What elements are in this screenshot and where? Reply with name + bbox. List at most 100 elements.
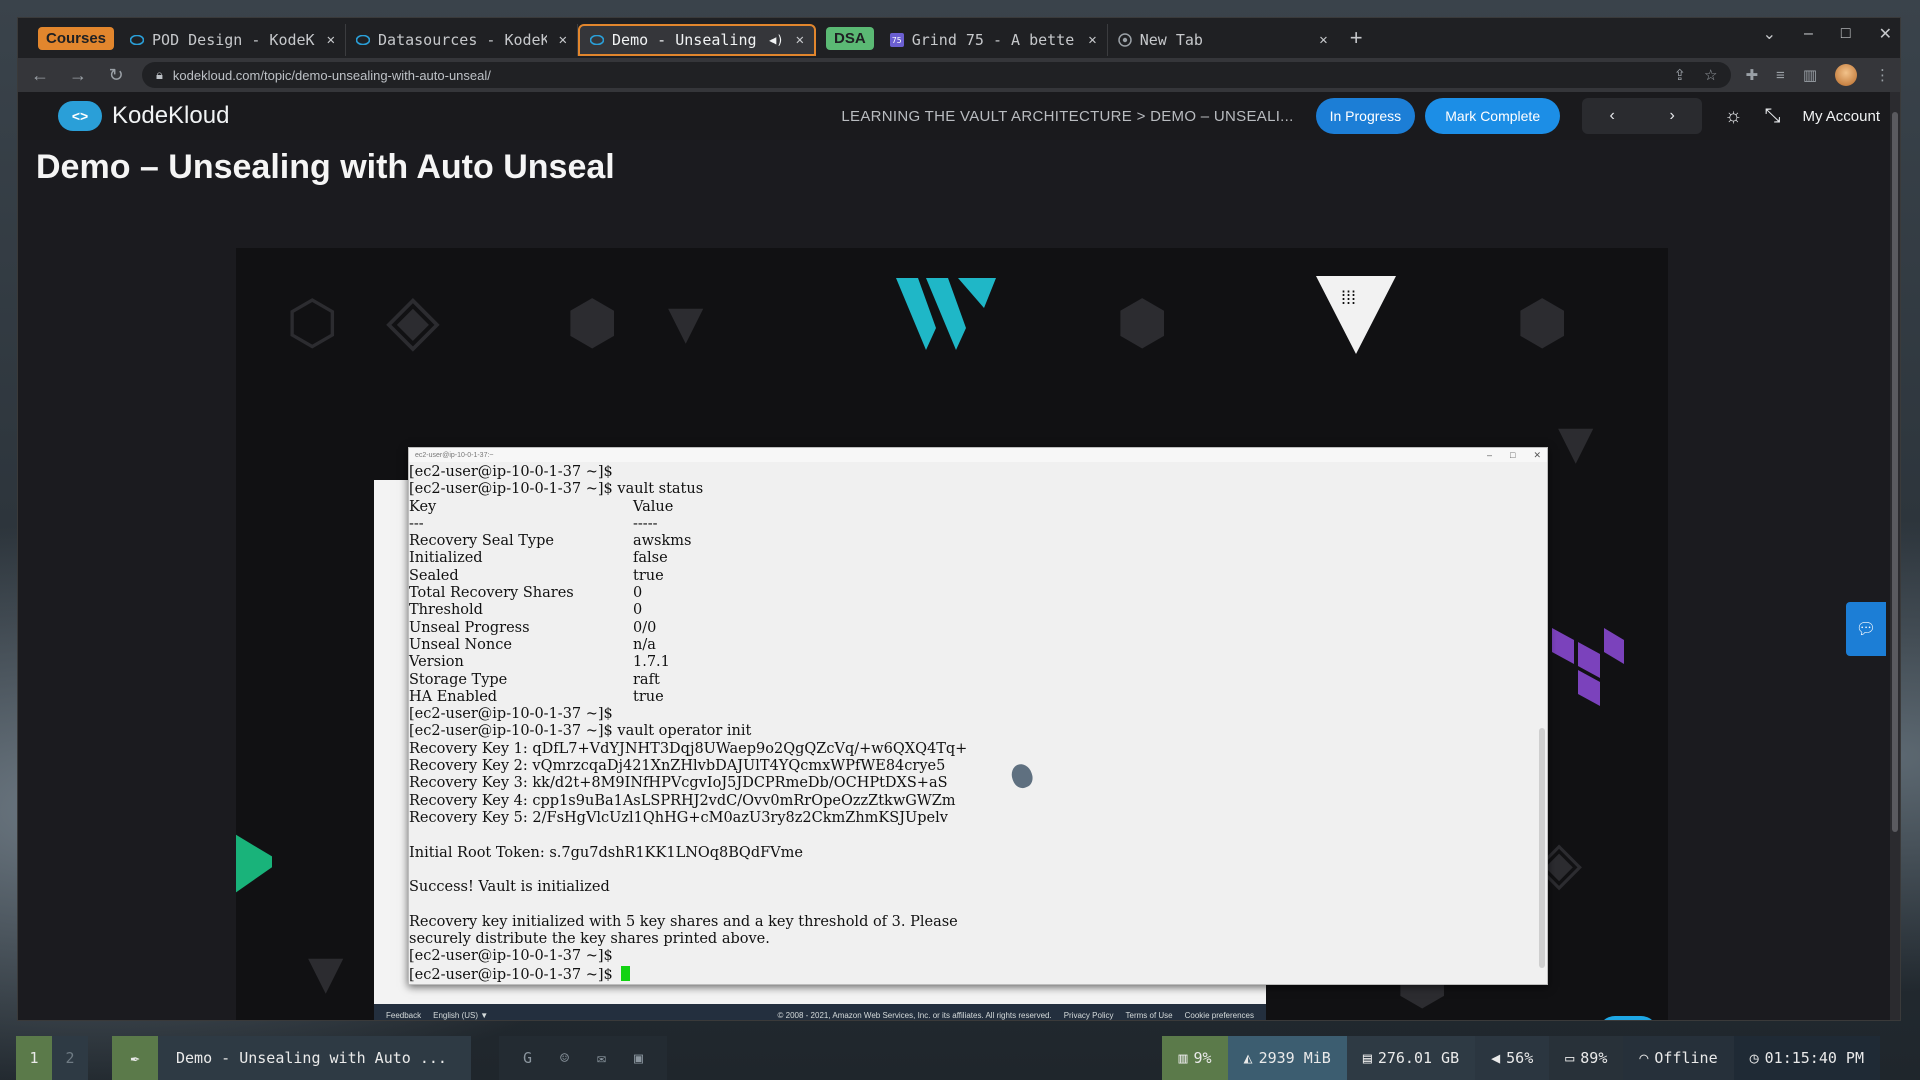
- tab-new-tab[interactable]: New Tab ✕: [1108, 24, 1338, 56]
- maximize-icon[interactable]: □: [1841, 25, 1851, 43]
- chat-feedback-icon[interactable]: 💬︎: [1846, 602, 1886, 656]
- next-lesson-icon[interactable]: ›: [1642, 98, 1702, 134]
- terminal-text: Recovery key initialized with 5 key shar…: [409, 913, 958, 930]
- google-icon[interactable]: G: [523, 1049, 532, 1067]
- terminal-line: Recovery Seal Type awskms: [409, 533, 1547, 550]
- tray-apps: G ☺ ✉ ▣: [498, 1036, 668, 1080]
- terminal-line: Total Recovery Shares 0: [409, 585, 1547, 602]
- network-status[interactable]: ◠ Offline: [1623, 1036, 1734, 1080]
- tab-group-courses[interactable]: Courses: [38, 26, 115, 50]
- memory-value: 2939 MiB: [1258, 1049, 1331, 1067]
- aws-privacy-link: Privacy Policy: [1063, 1010, 1114, 1020]
- speaker-icon[interactable]: ◀): [769, 33, 783, 47]
- close-icon[interactable]: ✕: [327, 32, 335, 48]
- terminal-line: [ec2-user@ip-10-0-1-37 ~]$: [409, 464, 1547, 481]
- terminal-text: Recovery Key 4: cpp1s9uBa1AsLSPRHJ2vdC/O…: [409, 792, 956, 809]
- reading-list-icon[interactable]: ≡: [1776, 67, 1785, 84]
- mail-icon[interactable]: ✉: [597, 1049, 606, 1067]
- tab-group-dsa[interactable]: DSA: [826, 26, 874, 50]
- close-icon[interactable]: ✕: [796, 32, 804, 48]
- previous-lesson-icon[interactable]: ‹: [1582, 98, 1642, 134]
- status-value: 1.7.1: [633, 654, 670, 671]
- new-tab-button[interactable]: +: [1350, 25, 1363, 51]
- hashicorp-pattern-icon: ⬡: [286, 289, 339, 356]
- terminal-output: [ec2-user@ip-10-0-1-37 ~]$ [ec2-user@ip-1…: [409, 462, 1547, 983]
- terminal-text: Recovery Key 3: kk/d2t+8M9INfHPVcgvIoJ5J…: [409, 775, 948, 792]
- close-icon[interactable]: ✕: [1088, 32, 1096, 48]
- bookmark-star-icon[interactable]: ☆: [1704, 66, 1717, 84]
- battery-value: 89%: [1580, 1049, 1608, 1067]
- discord-icon[interactable]: ☺: [560, 1049, 569, 1067]
- status-value: awskms: [633, 533, 692, 550]
- close-window-icon[interactable]: ✕: [1879, 24, 1892, 44]
- workspace-1[interactable]: 1: [16, 1036, 52, 1080]
- side-panel-icon[interactable]: ▥: [1803, 66, 1817, 84]
- video-player[interactable]: ⬡ ◈ ⬢ ▼ ⬢ ⬢ ▼ ◈ ▼ ⬢ ⁞⁞⁞: [236, 248, 1668, 1020]
- workspace-2[interactable]: 2: [52, 1036, 88, 1080]
- terminal-text: [ec2-user@ip-10-0-1-37 ~]$: [409, 948, 613, 965]
- volume-status[interactable]: ◀ 56%: [1475, 1036, 1550, 1080]
- packer-logo-icon: [236, 834, 272, 893]
- terminal-window: ec2-user@ip-10-0-1-37:~ – □ ✕ [ec2-user@…: [408, 447, 1548, 985]
- terminal-line: [ec2-user@ip-10-0-1-37 ~]$ vault status: [409, 481, 1547, 498]
- tab-pod-design[interactable]: POD Design - KodeKloud ✕: [120, 24, 347, 56]
- web-page: <> KodeKloud LEARNING THE VAULT ARCHITEC…: [18, 92, 1900, 1020]
- terminal-line: Recovery Key 3: kk/d2t+8M9INfHPVcgvIoJ5J…: [409, 775, 1547, 792]
- clock-icon: ◷: [1749, 1049, 1759, 1067]
- forward-icon[interactable]: →: [66, 65, 90, 86]
- lock-icon: 🔒︎: [156, 67, 163, 82]
- kodekloud-logo[interactable]: <> KodeKloud: [58, 101, 229, 131]
- tab-datasources[interactable]: Datasources - KodeKlou ✕: [346, 24, 579, 56]
- feather-icon: ✒: [112, 1036, 158, 1080]
- tab-title: New Tab: [1139, 31, 1203, 49]
- my-account-link[interactable]: My Account: [1802, 108, 1880, 125]
- theme-toggle-icon[interactable]: ☼: [1724, 105, 1742, 128]
- page-scrollbar[interactable]: [1890, 92, 1900, 1020]
- active-window-task[interactable]: ✒ Demo - Unsealing with Auto ...: [112, 1036, 471, 1080]
- share-icon[interactable]: ⇪: [1673, 66, 1686, 84]
- cpu-status: ▥ 9%: [1162, 1036, 1228, 1080]
- back-icon[interactable]: ←: [28, 65, 52, 86]
- mark-complete-button[interactable]: Mark Complete: [1425, 98, 1561, 134]
- aws-terms-link: Terms of Use: [1125, 1010, 1173, 1020]
- reload-icon[interactable]: ↻: [104, 65, 128, 86]
- tab-demo-unsealing[interactable]: Demo - Unsealing wi ◀) ✕: [578, 24, 817, 56]
- lesson-navigation: ‹ ›: [1582, 98, 1703, 134]
- address-bar[interactable]: 🔒︎ kodekloud.com/topic/demo-unsealing-wi…: [142, 62, 1732, 88]
- tab-grind75[interactable]: 75 Grind 75 - A better Bl ✕: [880, 24, 1108, 56]
- status-key: HA Enabled: [409, 688, 498, 705]
- terminal-line: [ec2-user@ip-10-0-1-37 ~]$ vault operato…: [409, 723, 1547, 740]
- hashicorp-pattern-icon: ▼: [1546, 409, 1606, 476]
- aws-cookie-link: Cookie preferences: [1184, 1010, 1254, 1020]
- menu-kebab-icon[interactable]: ⋮: [1875, 66, 1890, 84]
- memory-status: ◭ 2939 MiB: [1227, 1036, 1347, 1080]
- in-progress-button[interactable]: In Progress: [1315, 98, 1416, 134]
- breadcrumb[interactable]: LEARNING THE VAULT ARCHITECTURE > DEMO –…: [841, 108, 1293, 125]
- collapse-icon[interactable]: ⤡: [1764, 105, 1780, 128]
- close-icon[interactable]: ✕: [559, 32, 567, 48]
- terminal-line: Initialized false: [409, 550, 1547, 567]
- status-value: false: [633, 550, 668, 567]
- close-icon[interactable]: ✕: [1319, 32, 1327, 48]
- extensions-icon[interactable]: ✚: [1745, 66, 1758, 84]
- tab-search-icon[interactable]: ⌄: [1763, 24, 1776, 44]
- terminal-line: Sealed true: [409, 568, 1547, 585]
- kodekloud-icon: [590, 33, 605, 47]
- chat-icon[interactable]: ▣: [634, 1049, 643, 1067]
- url-text: kodekloud.com/topic/demo-unsealing-with-…: [172, 67, 491, 83]
- tab-title: Datasources - KodeKlou: [378, 31, 547, 49]
- terminal-line: Success! Vault is initialized: [409, 879, 1547, 896]
- disk-status: ▤ 276.01 GB: [1346, 1036, 1476, 1080]
- clock[interactable]: ◷ 01:15:40 PM: [1733, 1036, 1880, 1080]
- minimize-icon[interactable]: –: [1804, 25, 1813, 43]
- disk-value: 276.01 GB: [1377, 1049, 1460, 1067]
- kodekloud-watermark-icon: <>: [1598, 1016, 1658, 1020]
- browser-toolbar: ← → ↻ 🔒︎ kodekloud.com/topic/demo-unseal…: [18, 58, 1900, 92]
- terminal-line: [ec2-user@ip-10-0-1-37 ~]$: [409, 948, 1547, 965]
- aws-language-select: English (US) ▼: [433, 1010, 489, 1020]
- grind75-icon: 75: [889, 33, 904, 47]
- status-value: n/a: [633, 636, 656, 653]
- terminal-line: Recovery Key 1: qDfL7+VdYJNHT3Dqj8UWaep9…: [409, 741, 1547, 758]
- profile-avatar[interactable]: [1835, 64, 1857, 86]
